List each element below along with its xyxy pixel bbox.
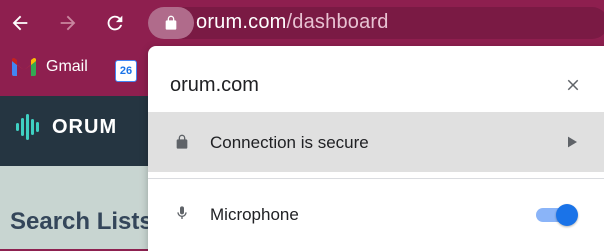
arrow-right-icon: [60, 15, 76, 31]
url-path: /dashboard: [286, 11, 389, 33]
bookmark-gmail[interactable]: Gmail: [12, 58, 88, 76]
lock-icon: [174, 134, 190, 155]
chevron-right-icon: [568, 135, 577, 153]
reload-icon: [107, 15, 123, 31]
url-text[interactable]: orum.com/dashboard: [196, 11, 389, 34]
forward-button[interactable]: [52, 7, 84, 39]
waveform-logo-icon: [16, 114, 39, 140]
calendar-icon: 26: [119, 65, 133, 77]
bookmark-label: Gmail: [46, 58, 88, 75]
connection-label: Connection is secure: [210, 133, 369, 152]
close-button[interactable]: [560, 72, 586, 98]
lock-icon: [165, 15, 177, 30]
logo-text: ORUM: [52, 115, 118, 138]
microphone-toggle[interactable]: [536, 204, 578, 226]
connection-secure-row[interactable]: Connection is secure: [148, 112, 604, 172]
url-domain: orum.com: [196, 11, 287, 33]
divider: [148, 178, 604, 179]
gmail-icon: [12, 58, 36, 76]
microphone-icon: [174, 203, 190, 228]
site-info-popup: orum.com Connection is secure Microphone: [148, 46, 604, 251]
microphone-label: Microphone: [210, 205, 299, 224]
app-logo[interactable]: ORUM: [14, 112, 117, 142]
microphone-permission-row: Microphone: [148, 186, 604, 242]
toggle-thumb: [556, 204, 578, 226]
popup-host: orum.com: [170, 74, 259, 96]
close-icon: [567, 79, 579, 91]
page-heading: Search Lists: [10, 208, 153, 235]
arrow-left-icon: [12, 15, 28, 31]
back-button[interactable]: [4, 7, 36, 39]
site-info-button[interactable]: [148, 7, 194, 39]
bookmark-calendar[interactable]: 26: [115, 60, 137, 82]
reload-button[interactable]: [99, 7, 131, 39]
